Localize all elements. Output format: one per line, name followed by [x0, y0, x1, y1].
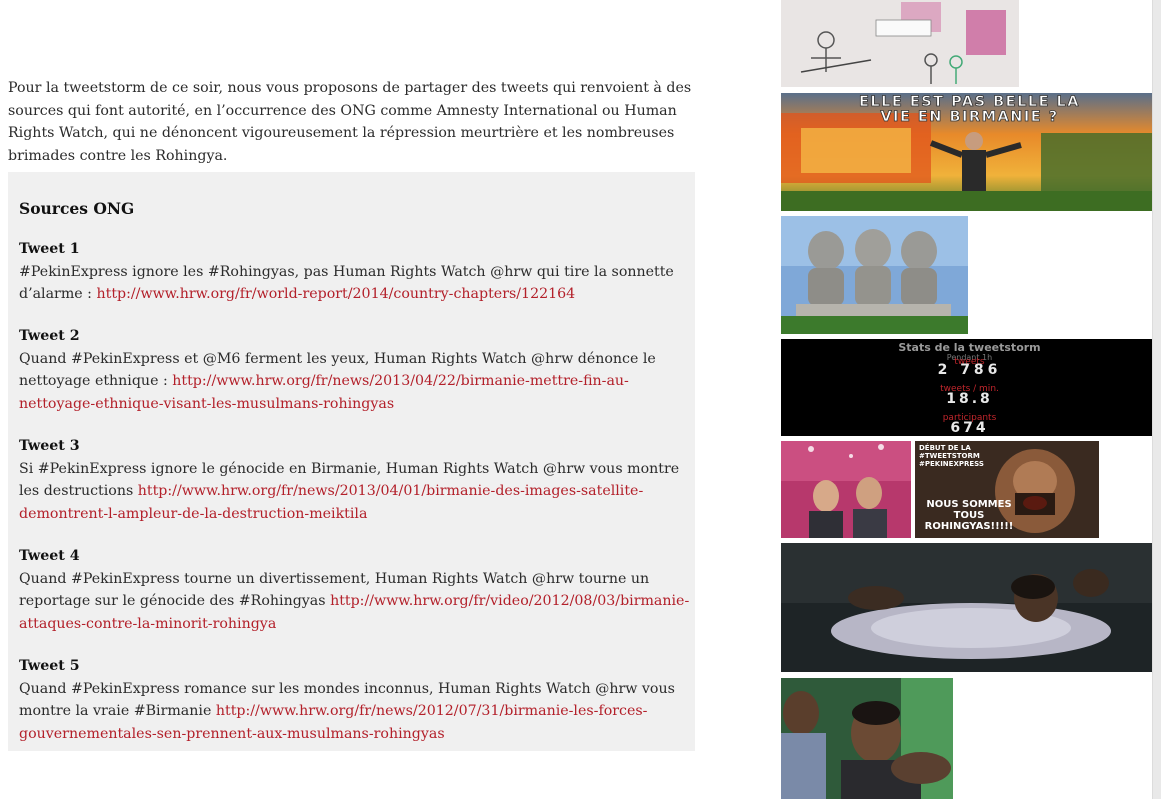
stats-rate-value: 18.8: [946, 391, 993, 407]
stats-participants-value: 674: [950, 420, 989, 436]
tv-hosts-photo[interactable]: [781, 441, 911, 538]
scrollbar[interactable]: [1152, 0, 1161, 799]
victim-lying-photo[interactable]: [781, 543, 1158, 672]
sources-title: Sources ONG: [19, 199, 135, 218]
tweet-heading: Tweet 2: [19, 328, 80, 344]
burning-village-meme-image[interactable]: ELLE EST PAS BELLE LA VIE EN BIRMANIE ?: [781, 93, 1158, 211]
spartan-meme-image[interactable]: DÉBUT DE LA #TWEETSTORM #PEKINEXPRESS NO…: [915, 441, 1099, 538]
tweet-link[interactable]: http://www.hrw.org/fr/world-report/2014/…: [96, 286, 575, 302]
tweet-heading: Tweet 4: [19, 548, 80, 564]
stats-tweets-value: 2 786: [937, 362, 1002, 378]
tweet-item: Tweet 2 Quand #PekinExpress et @M6 ferme…: [19, 325, 691, 415]
tweet-item: Tweet 3 Si #PekinExpress ignore le génoc…: [19, 435, 691, 525]
drawing-image[interactable]: [781, 0, 1019, 87]
spartan-top-caption: DÉBUT DE LA #TWEETSTORM #PEKINEXPRESS: [919, 444, 984, 468]
meme-caption: ELLE EST PAS BELLE LA VIE EN BIRMANIE ?: [859, 94, 1080, 125]
detained-man-photo[interactable]: [781, 678, 953, 799]
tweetstorm-stats-image[interactable]: Stats de la tweetstorm Pendant 1h tweets…: [781, 339, 1158, 436]
tweet-item: Tweet 4 Quand #PekinExpress tourne un di…: [19, 545, 691, 635]
intro-paragraph: Pour la tweetstorm de ce soir, nous vous…: [8, 80, 692, 164]
sources-ong-box: Sources ONG Tweet 1 #PekinExpress ignore…: [8, 172, 695, 751]
tweet-item: Tweet 1 #PekinExpress ignore les #Rohing…: [19, 238, 691, 306]
tweet-item: Tweet 5 Quand #PekinExpress romance sur …: [19, 655, 691, 745]
three-monkeys-statue-image[interactable]: [781, 216, 968, 334]
tweet-heading: Tweet 3: [19, 438, 80, 454]
tweet-heading: Tweet 5: [19, 658, 80, 674]
spartan-bottom-caption: NOUS SOMMES TOUS ROHINGYAS!!!!!: [924, 499, 1014, 532]
tweet-heading: Tweet 1: [19, 241, 80, 257]
